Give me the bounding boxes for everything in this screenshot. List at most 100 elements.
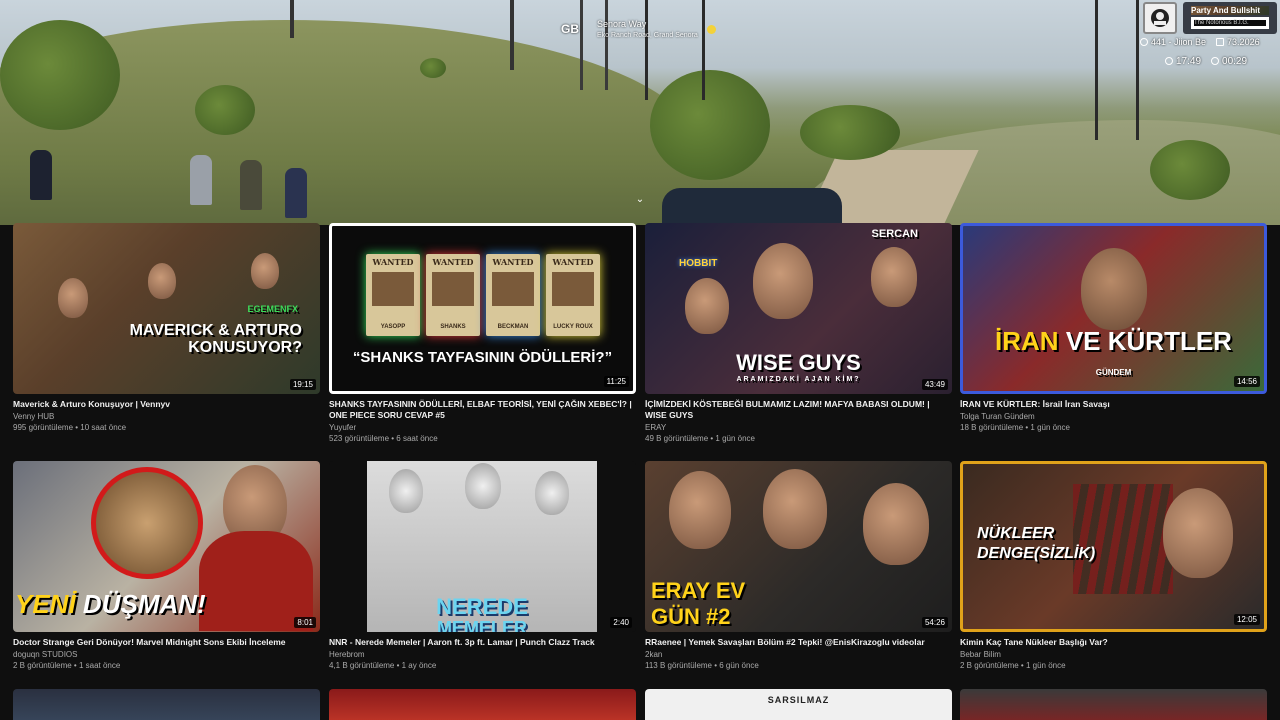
server-logo-icon [1143,2,1177,34]
thumbnail-caption-rest: VE KÜRTLER [1065,326,1232,356]
video-title[interactable]: RRaenee | Yemek Savaşları Bölüm #2 Tepki… [645,637,952,648]
channel-name[interactable]: Bebar Bilim [960,650,1267,660]
thumbnail-figure [669,471,731,549]
power-pylon [510,0,514,70]
thumbnail-caption: İRAN VE KÜRTLER [963,326,1264,356]
video-card[interactable]: HOBBIT SERCAN WISE GUYS ARAMIZDAKİ AJAN … [645,223,952,444]
video-thumbnail[interactable]: ERAY EV GÜN #2 54:26 [645,461,952,632]
channel-name[interactable]: Herebrom [329,650,636,660]
video-title[interactable]: Kimin Kaç Tane Nükleer Başlığı Var? [960,637,1267,648]
thumbnail-figure [863,483,929,565]
tree [0,20,120,130]
video-thumbnail[interactable]: İRAN VE KÜRTLER GÜNDEM 14:56 [960,223,1267,394]
poster-label: WANTED [552,257,594,267]
now-playing-panel: Party And Bullshit The Notorious B.I.G. [1183,2,1277,34]
video-thumbnail-partial[interactable] [960,689,1267,720]
song-artist: The Notorious B.I.G. [1191,17,1269,29]
player-character [30,150,52,200]
poster-name: LUCKY ROUX [553,324,593,330]
chevron-down-icon[interactable]: ⌄ [634,195,646,205]
thumbnail-tag: SERCAN [871,228,918,240]
video-title[interactable]: SHANKS TAYFASININ ÖDÜLLERİ, ELBAF TEORİS… [329,399,636,421]
video-stats: 49 B görüntüleme • 1 gün önce [645,434,755,443]
hud-time-row: 17:49 00:29 [1165,56,1247,67]
channel-name[interactable]: Venny HUB [13,412,320,422]
video-meta: NNR - Nerede Memeler | Aaron ft. 3p ft. … [329,637,636,671]
thumbnail-figure [1163,488,1233,578]
video-thumbnail[interactable]: HOBBIT SERCAN WISE GUYS ARAMIZDAKİ AJAN … [645,223,952,394]
player-character [190,155,212,205]
video-title[interactable]: İRAN VE KÜRTLER: İsrail İran Savaşı [960,399,1267,410]
video-title[interactable]: İÇİMİZDEKİ KÖSTEBEĞİ BULMAMIZ LAZIM! MAF… [645,399,952,421]
brand-label: SARSILMAZ [767,695,830,705]
video-thumbnail[interactable]: NÜKLEER DENGE(SİZLİK) 12:05 [960,461,1267,632]
thumbnail-caption-highlight: YENİ [15,589,76,619]
video-title[interactable]: NNR - Nerede Memeler | Aaron ft. 3p ft. … [329,637,636,648]
thumbnail-figure [753,243,813,319]
thumbnail-figure [91,467,203,579]
thumbnail-figure [251,253,279,289]
channel-name[interactable]: doguqn STUDIOS [13,650,320,660]
video-stats: 523 görüntüleme • 6 saat önce [329,434,438,443]
calendar-icon [1216,38,1225,46]
poster-name: BECKMAN [497,324,529,330]
thumbnail-figure [58,278,88,318]
channel-name[interactable]: Yuyufer [329,423,636,433]
thumbnail-subcaption: GÜNDEM [1095,368,1132,377]
power-pylon [1095,0,1139,140]
video-duration: 8:01 [294,617,316,628]
session-timer-text: 00:29 [1222,56,1248,67]
video-stats: 4,1 B görüntüleme • 1 ay önce [329,661,437,670]
clock-icon [1165,57,1173,65]
thumbnail-caption: MAVERICK & ARTURO KONUSUYOR? [129,322,302,356]
video-thumbnail[interactable]: NEREDE MEMELER 2:40 [329,461,636,632]
video-thumbnail-partial[interactable] [329,689,636,720]
poster-label: WANTED [492,257,534,267]
channel-name[interactable]: 2kan [645,650,952,660]
power-pylon [580,0,608,90]
video-stats: 18 B görüntüleme • 1 gün önce [960,423,1070,432]
thumbnail-figure [871,247,917,307]
hud-info-row: 441 - Jiion Be 73.2026 [1140,37,1260,47]
poster-label: WANTED [432,257,474,267]
region-label: GB [561,22,579,36]
video-card[interactable]: İRAN VE KÜRTLER GÜNDEM 14:56 İRAN VE KÜR… [960,223,1267,433]
thumbnail-figure [685,278,729,334]
video-title[interactable]: Maverick & Arturo Konuşuyor | Vennyv [13,399,320,410]
video-card[interactable]: ERAY EV GÜN #2 54:26 RRaenee | Yemek Sav… [645,461,952,671]
channel-name[interactable]: Tolga Turan Gündem [960,412,1267,422]
video-meta: Doctor Strange Geri Dönüyor! Marvel Midn… [13,637,320,671]
tree [800,105,900,160]
thumbnail-caption: NEREDE [436,594,528,619]
channel-name[interactable]: ERAY [645,423,952,433]
thumbnail-figure [535,471,569,515]
thumbnail-figure [1081,248,1147,330]
player-character [240,160,262,210]
thumbnail-subcaption: ARAMIZDAKİ AJAN KİM? [736,376,861,383]
video-title[interactable]: Doctor Strange Geri Dönüyor! Marvel Midn… [13,637,320,648]
video-duration: 19:15 [289,379,316,390]
video-card[interactable]: NÜKLEER DENGE(SİZLİK) 12:05 Kimin Kaç Ta… [960,461,1267,671]
video-card[interactable]: YENİ DÜŞMAN! 8:01 Doctor Strange Geri Dö… [13,461,320,671]
video-card[interactable]: NEREDE MEMELER 2:40 NNR - Nerede Memeler… [329,461,636,671]
player-id: 441 - Jiion Be [1140,37,1206,47]
thumbnail-artwork: NEREDE MEMELER [367,461,597,632]
video-meta: Kimin Kaç Tane Nükleer Başlığı Var? Beba… [960,637,1267,671]
video-thumbnail-partial[interactable]: SARSILMAZ [645,689,952,720]
vehicle [662,188,842,225]
thumbnail-figure [763,469,827,549]
wanted-poster: WANTED LUCKY ROUX [546,254,600,336]
sun-icon [707,25,716,34]
thumbnail-caption-2: DENGE(SİZLİK) [977,545,1096,562]
tree [420,58,446,78]
video-thumbnail[interactable]: EGEMENFX MAVERICK & ARTURO KONUSUYOR? 19… [13,223,320,394]
video-card[interactable]: EGEMENFX MAVERICK & ARTURO KONUSUYOR? 19… [13,223,320,433]
video-thumbnail[interactable]: WANTED YASOPP WANTED SHANKS WANTED BECKMAN … [329,223,636,394]
thumbnail-caption: ERAY EV [651,578,746,603]
date-text: 73.2026 [1227,37,1260,47]
wanted-poster: WANTED SHANKS [426,254,480,336]
thumbnail-missiles [1073,484,1173,594]
video-card[interactable]: WANTED YASOPP WANTED SHANKS WANTED BECKMAN … [329,223,636,444]
video-thumbnail-partial[interactable] [13,689,320,720]
video-thumbnail[interactable]: YENİ DÜŞMAN! 8:01 [13,461,320,632]
